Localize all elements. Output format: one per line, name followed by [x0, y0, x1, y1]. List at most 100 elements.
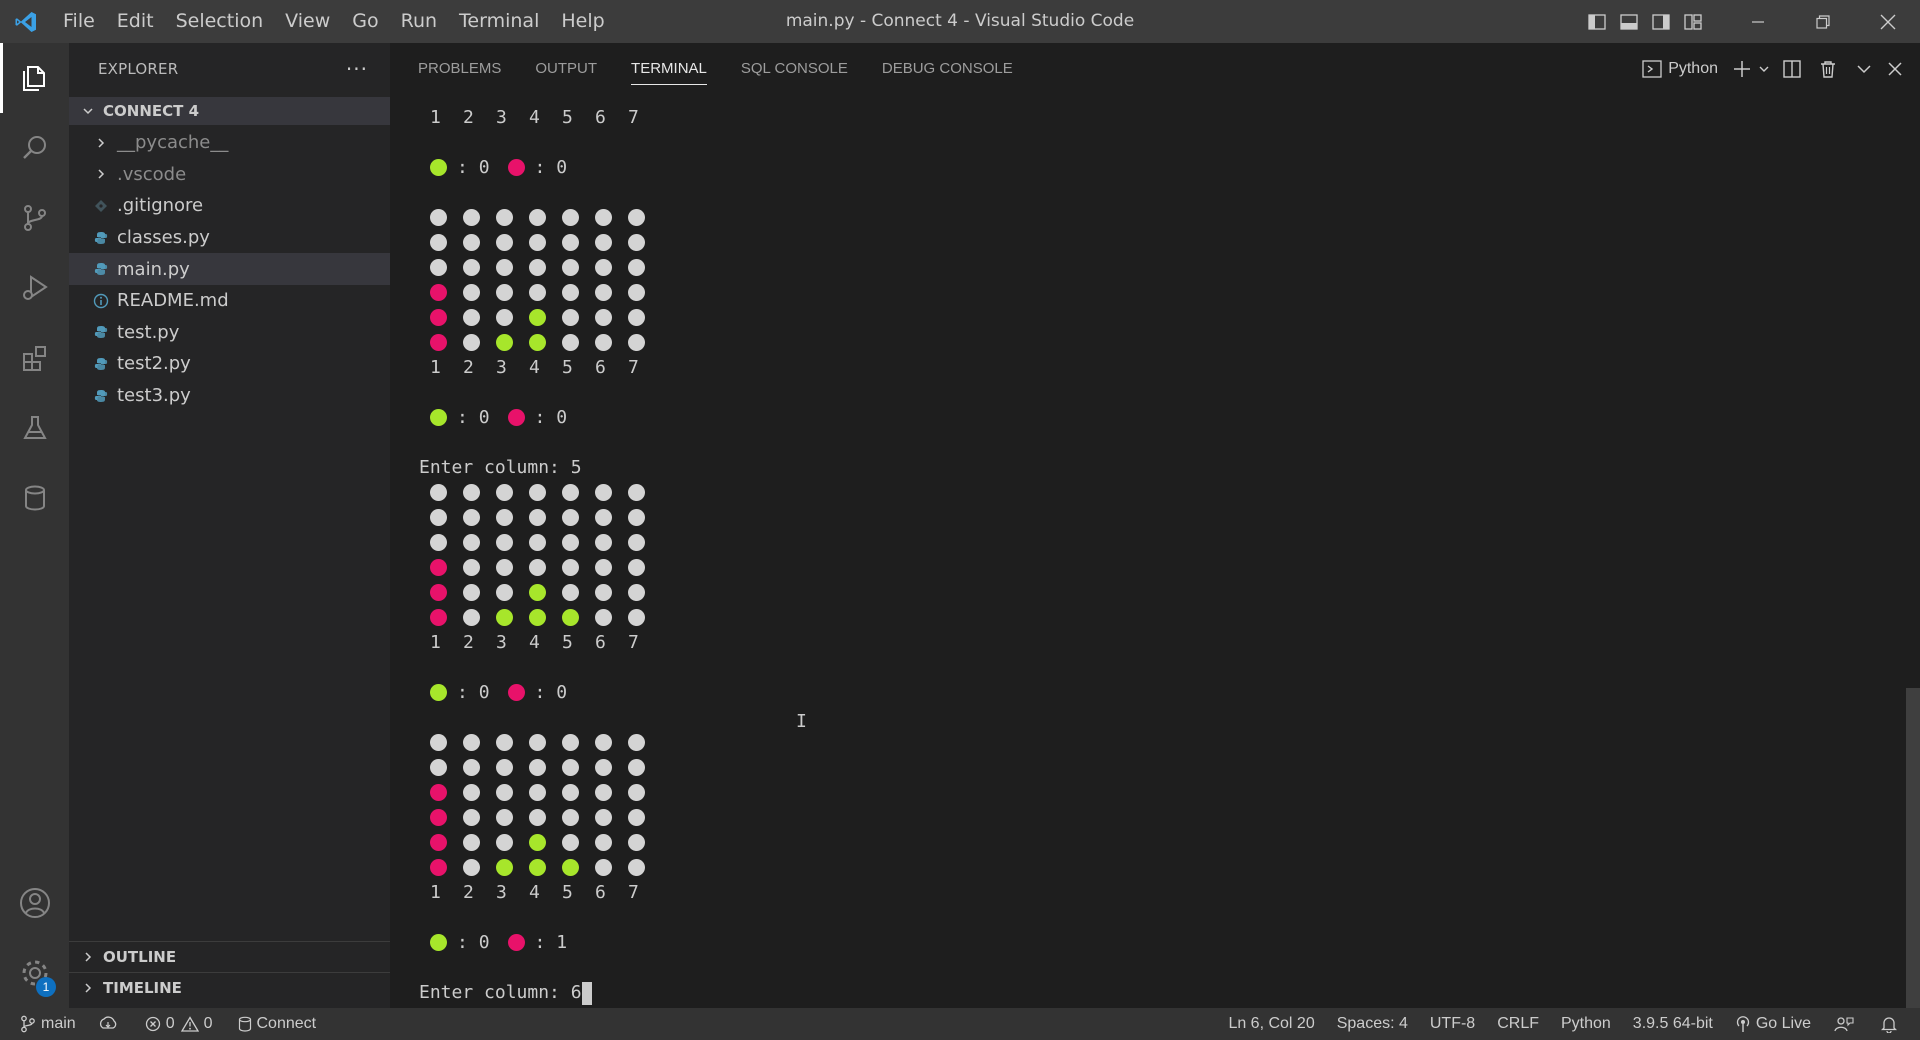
menu-file[interactable]: File: [52, 0, 106, 43]
score-line: : 0: 0: [419, 680, 1879, 705]
green-disc: [529, 334, 546, 351]
empty-cell: [496, 209, 513, 226]
empty-cell: [529, 484, 546, 501]
toggle-panel-icon[interactable]: [1613, 0, 1645, 43]
toggle-secondary-sidebar-icon[interactable]: [1645, 0, 1677, 43]
feedback-icon[interactable]: [1822, 1008, 1871, 1040]
menu-help[interactable]: Help: [550, 0, 615, 43]
language-mode[interactable]: Python: [1550, 1008, 1622, 1040]
extensions-icon[interactable]: [0, 323, 69, 393]
empty-cell: [595, 784, 612, 801]
empty-cell: [430, 484, 447, 501]
column-numbers: 1 2 3 4 5 6 7: [419, 355, 1879, 380]
go-live-button[interactable]: Go Live: [1724, 1008, 1822, 1040]
file-item-gitignore[interactable]: .gitignore: [69, 190, 390, 222]
tab-problems[interactable]: PROBLEMS: [418, 43, 501, 95]
terminal-output[interactable]: 1 2 3 4 5 6 7: 0: 0 1 2 3 4 5 6 7: 0: 0 Enter column: …: [419, 105, 1879, 1005]
accounts-icon[interactable]: [0, 868, 69, 938]
folder-connect-4[interactable]: CONNECT 4: [69, 97, 390, 125]
file-item-readme-md[interactable]: README.md: [69, 285, 390, 317]
testing-icon[interactable]: [0, 393, 69, 463]
menu-terminal[interactable]: Terminal: [448, 0, 550, 43]
file-item-classes-py[interactable]: classes.py: [69, 222, 390, 254]
green-score: 0: [478, 932, 490, 953]
column-number: 5: [562, 107, 573, 128]
red-player-disc: [507, 159, 525, 176]
tab-output[interactable]: OUTPUT: [535, 43, 597, 95]
menu-edit[interactable]: Edit: [106, 0, 165, 43]
restore-icon[interactable]: [1790, 0, 1855, 43]
column-number: 3: [496, 107, 507, 128]
empty-cell: [628, 234, 645, 251]
sync-icon[interactable]: [87, 1008, 134, 1040]
menu-bar: File Edit Selection View Go Run Terminal Help: [52, 0, 616, 43]
notifications-bell-icon[interactable]: [1871, 1008, 1920, 1040]
search-icon[interactable]: [0, 113, 69, 183]
tab-sql-console[interactable]: SQL CONSOLE: [741, 43, 848, 95]
close-panel-icon[interactable]: [1882, 43, 1908, 95]
board-row: [419, 530, 1879, 555]
green-score: 0: [478, 682, 490, 703]
line-endings[interactable]: CRLF: [1486, 1008, 1550, 1040]
terminal-name: Python: [1668, 60, 1718, 77]
file-item-test3-py[interactable]: test3.py: [69, 380, 390, 412]
source-control-icon[interactable]: [0, 183, 69, 253]
new-terminal-plus-icon[interactable]: [1730, 43, 1754, 95]
menu-view[interactable]: View: [274, 0, 341, 43]
tab-debug-console[interactable]: DEBUG CONSOLE: [882, 43, 1013, 95]
red-player-disc: [507, 409, 525, 426]
file-item-pycache[interactable]: __pycache__: [69, 127, 390, 159]
green-disc: [529, 834, 546, 851]
menu-selection[interactable]: Selection: [165, 0, 275, 43]
python-interpreter[interactable]: 3.9.5 64-bit: [1622, 1008, 1724, 1040]
board-row: [419, 230, 1879, 255]
menu-run[interactable]: Run: [390, 0, 448, 43]
empty-cell: [562, 484, 579, 501]
empty-cell: [628, 259, 645, 276]
empty-cell: [562, 809, 579, 826]
maximize-panel-chevron-icon[interactable]: [1846, 43, 1882, 95]
terminal-scrollbar[interactable]: [1906, 688, 1920, 1040]
explorer-icon[interactable]: [0, 43, 69, 113]
menu-go[interactable]: Go: [341, 0, 389, 43]
timeline-section[interactable]: TIMELINE: [69, 972, 390, 1003]
empty-cell: [496, 509, 513, 526]
connect-item[interactable]: Connect: [224, 1008, 328, 1040]
close-window-icon[interactable]: [1855, 0, 1920, 43]
outline-section[interactable]: OUTLINE: [69, 941, 390, 972]
empty-cell: [463, 759, 480, 776]
cursor-position[interactable]: Ln 6, Col 20: [1217, 1008, 1325, 1040]
file-item-test2-py[interactable]: test2.py: [69, 348, 390, 380]
toggle-primary-sidebar-icon[interactable]: [1581, 0, 1613, 43]
branch-indicator[interactable]: main: [0, 1008, 87, 1040]
column-number: 7: [628, 107, 639, 128]
tab-terminal[interactable]: TERMINAL: [631, 43, 707, 95]
red-disc: [430, 784, 447, 801]
red-score: 0: [556, 407, 568, 428]
minimize-icon[interactable]: [1725, 0, 1790, 43]
empty-cell: [529, 509, 546, 526]
green-score: 0: [478, 157, 490, 178]
file-item-test-py[interactable]: test.py: [69, 317, 390, 349]
database-icon[interactable]: [0, 463, 69, 533]
split-terminal-icon[interactable]: [1774, 43, 1810, 95]
indentation[interactable]: Spaces: 4: [1326, 1008, 1419, 1040]
file-item-main-py[interactable]: main.py: [69, 253, 390, 285]
chevron-right-icon: [89, 137, 113, 149]
column-number: 6: [595, 107, 606, 128]
run-and-debug-icon[interactable]: [0, 253, 69, 323]
encoding[interactable]: UTF-8: [1419, 1008, 1486, 1040]
empty-cell: [463, 484, 480, 501]
green-disc: [496, 334, 513, 351]
manage-gear-icon[interactable]: 1: [0, 938, 69, 1008]
customize-layout-icon[interactable]: [1677, 0, 1709, 43]
file-item-vscode[interactable]: .vscode: [69, 159, 390, 191]
terminal-profiles-chevron-down-icon[interactable]: [1754, 43, 1774, 95]
more-actions-icon[interactable]: ···: [346, 57, 368, 81]
empty-cell: [463, 559, 480, 576]
column-numbers: 1 2 3 4 5 6 7: [419, 630, 1879, 655]
kill-terminal-trash-icon[interactable]: [1810, 43, 1846, 95]
problems-indicator[interactable]: 0 0: [134, 1008, 224, 1040]
terminal-selector[interactable]: Python: [1642, 59, 1718, 79]
